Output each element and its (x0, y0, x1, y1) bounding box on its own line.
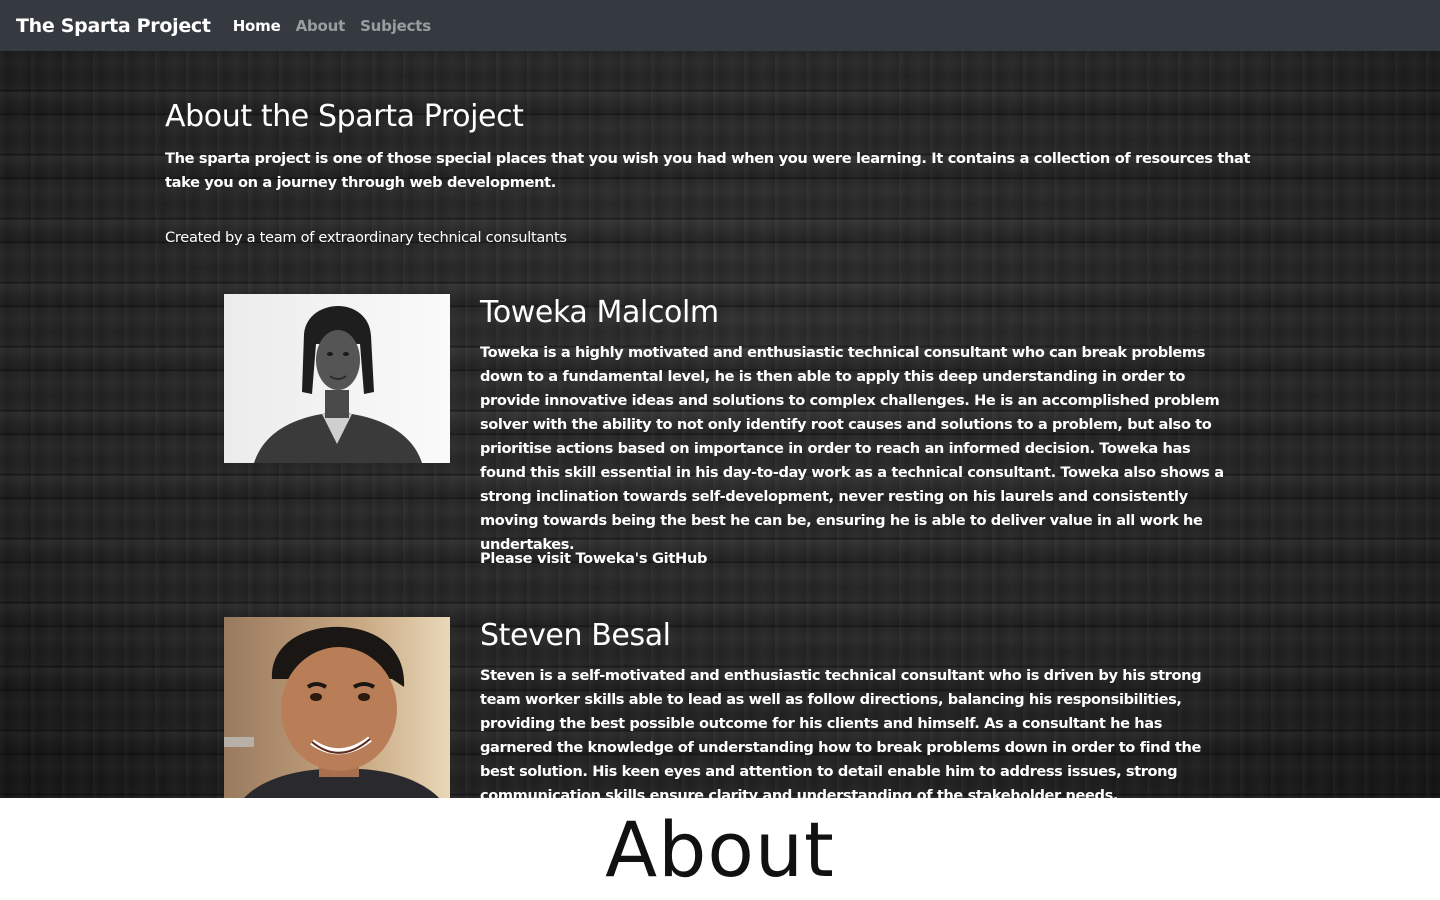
page-title: About the Sparta Project (165, 99, 524, 134)
team-member-bio: Steven is a self-motivated and enthusias… (480, 667, 1202, 798)
github-link[interactable]: Please visit Toweka's GitHub (480, 550, 707, 567)
navbar: The Sparta Project Home About Subjects (0, 0, 1440, 51)
team-member-name: Toweka Malcolm (480, 295, 719, 330)
nav-link-subjects[interactable]: Subjects (360, 17, 431, 35)
team-member-name: Steven Besal (480, 618, 671, 653)
team-member-bio: Toweka is a highly motivated and enthusi… (480, 344, 1224, 553)
about-section: About the Sparta Project The sparta proj… (0, 51, 1440, 798)
page-caption: About (0, 798, 1440, 900)
steven-photo (224, 617, 450, 798)
created-by-text: Created by a team of extraordinary techn… (165, 229, 567, 246)
nav-link-home[interactable]: Home (233, 17, 281, 35)
navbar-brand[interactable]: The Sparta Project (16, 15, 211, 37)
intro-text: The sparta project is one of those speci… (165, 150, 1251, 191)
nav-link-about[interactable]: About (296, 17, 346, 35)
toweka-photo (224, 294, 450, 463)
